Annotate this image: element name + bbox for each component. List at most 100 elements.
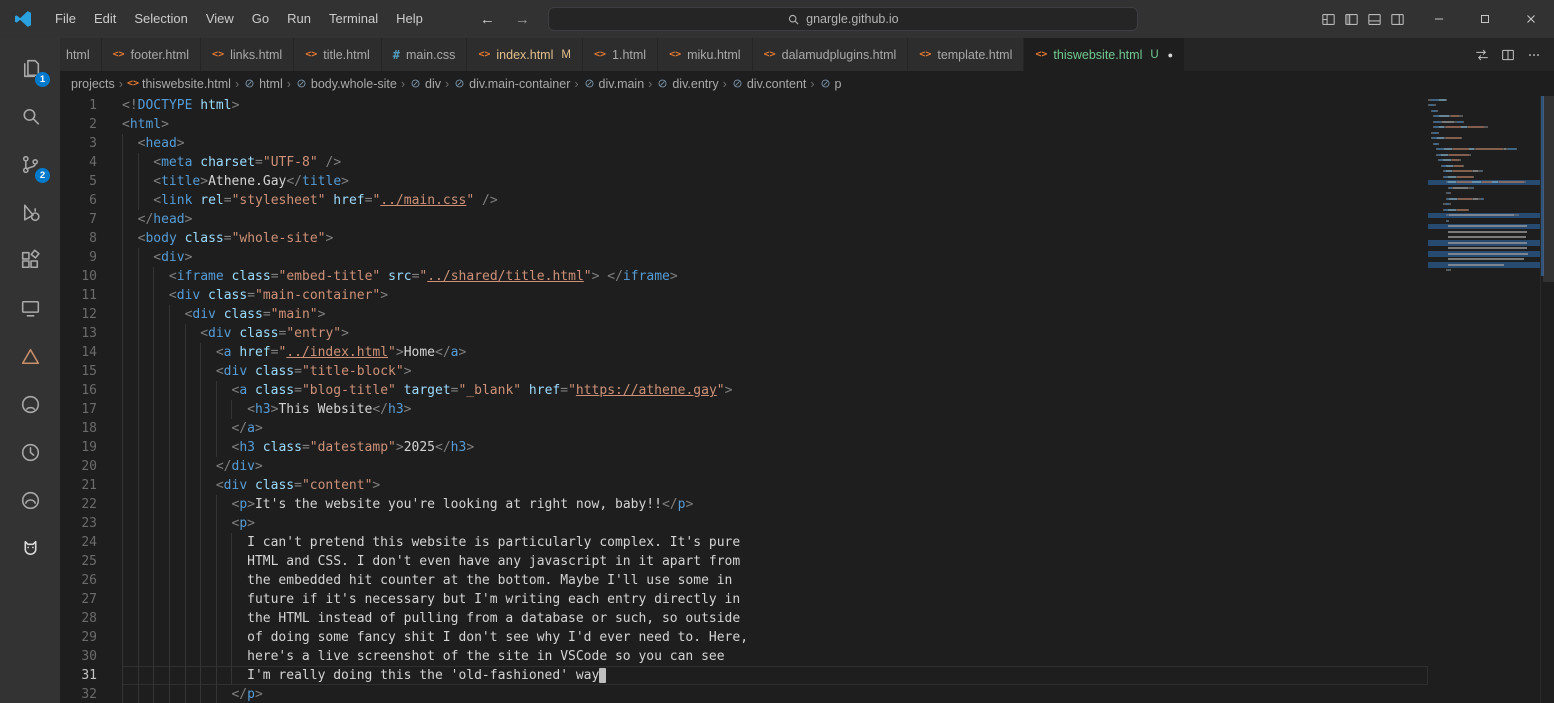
code-line[interactable]: 23<p> xyxy=(60,514,1428,533)
tab-label: html xyxy=(66,48,90,62)
compare-changes-icon[interactable] xyxy=(1474,47,1490,63)
code-line[interactable]: 7</head> xyxy=(60,210,1428,229)
breadcrumb-label: div.entry xyxy=(672,77,718,91)
activity-source-control[interactable]: 2 xyxy=(6,140,54,188)
tab-thiswebsite.html[interactable]: thiswebsite.htmlU● xyxy=(1024,38,1185,71)
tab-html[interactable]: html xyxy=(60,38,102,71)
breadcrumb-div-main-container[interactable]: div.main-container xyxy=(453,77,570,91)
activity-explorer[interactable]: 1 xyxy=(6,44,54,92)
code-line[interactable]: 22<p>It's the website you're looking at … xyxy=(60,495,1428,514)
code-line[interactable]: 2<html> xyxy=(60,115,1428,134)
code-line[interactable]: 3<head> xyxy=(60,134,1428,153)
code-line[interactable]: 20</div> xyxy=(60,457,1428,476)
breadcrumb-div-content[interactable]: div.content xyxy=(731,77,807,91)
menu-selection[interactable]: Selection xyxy=(125,0,196,38)
activity-github[interactable] xyxy=(6,380,54,428)
breadcrumb-p[interactable]: p xyxy=(819,77,842,91)
indent-guide xyxy=(231,609,247,628)
code-line[interactable]: 21<div class="content"> xyxy=(60,476,1428,495)
tab-links.html[interactable]: links.html xyxy=(201,38,294,71)
code-line[interactable]: 14<a href="../index.html">Home</a> xyxy=(60,343,1428,362)
menu-file[interactable]: File xyxy=(46,0,85,38)
split-editor-icon[interactable] xyxy=(1500,47,1516,63)
code-line[interactable]: 19<h3 class="datestamp">2025</h3> xyxy=(60,438,1428,457)
more-actions-icon[interactable] xyxy=(1526,47,1542,63)
menu-run[interactable]: Run xyxy=(278,0,320,38)
indent-guide xyxy=(169,514,185,533)
code-line[interactable]: 26the embedded hit counter at the bottom… xyxy=(60,571,1428,590)
code-line[interactable]: 11<div class="main-container"> xyxy=(60,286,1428,305)
toggle-primary-sidebar-icon[interactable] xyxy=(1343,11,1360,28)
close-button[interactable] xyxy=(1508,0,1554,38)
activity-live-preview[interactable] xyxy=(6,332,54,380)
tab-template.html[interactable]: template.html xyxy=(908,38,1024,71)
code-line[interactable]: 8<body class="whole-site"> xyxy=(60,229,1428,248)
breadcrumb-body-whole-site[interactable]: body.whole-site xyxy=(295,77,397,91)
menu-terminal[interactable]: Terminal xyxy=(320,0,387,38)
indent-guide xyxy=(122,267,138,286)
code-line[interactable]: 29of doing some fancy shit I don't see w… xyxy=(60,628,1428,647)
minimap[interactable] xyxy=(1428,96,1540,703)
code-line[interactable]: 10<iframe class="embed-title" src="../sh… xyxy=(60,267,1428,286)
breadcrumb-root[interactable]: projects xyxy=(71,77,115,91)
tab-dalamudplugins.html[interactable]: dalamudplugins.html xyxy=(753,38,909,71)
code-line[interactable]: 13<div class="entry"> xyxy=(60,324,1428,343)
code-line[interactable]: 9<div> xyxy=(60,248,1428,267)
activity-remote-explorer[interactable] xyxy=(6,284,54,332)
toggle-panel-icon[interactable] xyxy=(1366,11,1383,28)
code-line[interactable]: 5<title>Athene.Gay</title> xyxy=(60,172,1428,191)
breadcrumb-file[interactable]: thiswebsite.html xyxy=(127,77,231,91)
breadcrumb-div-entry[interactable]: div.entry xyxy=(656,77,718,91)
maximize-button[interactable] xyxy=(1462,0,1508,38)
command-center-search[interactable]: gnargle.github.io xyxy=(548,7,1138,31)
code-line[interactable]: 18</a> xyxy=(60,419,1428,438)
menu-view[interactable]: View xyxy=(197,0,243,38)
code-line[interactable]: 28the HTML instead of pulling from a dat… xyxy=(60,609,1428,628)
activity-run-and-debug[interactable] xyxy=(6,188,54,236)
code-line-content: <div class="entry"> xyxy=(122,324,1428,343)
code-line[interactable]: 12<div class="main"> xyxy=(60,305,1428,324)
tab-footer.html[interactable]: footer.html xyxy=(102,38,201,71)
tab-1.html[interactable]: 1.html xyxy=(583,38,658,71)
menu-go[interactable]: Go xyxy=(243,0,278,38)
indent-guide xyxy=(231,533,247,552)
indent-guide xyxy=(153,514,169,533)
code-line[interactable]: 25HTML and CSS. I don't even have any ja… xyxy=(60,552,1428,571)
back-button[interactable]: ← xyxy=(480,11,495,28)
forward-button[interactable]: → xyxy=(515,11,530,28)
code-line[interactable]: 24I can't pretend this website is partic… xyxy=(60,533,1428,552)
code-line[interactable]: 32</p> xyxy=(60,685,1428,703)
activity-search[interactable] xyxy=(6,92,54,140)
activity-pets[interactable] xyxy=(6,524,54,572)
indent-guide xyxy=(138,191,154,210)
code-line[interactable]: 27future if it's necessary but I'm writi… xyxy=(60,590,1428,609)
tab-title.html[interactable]: title.html xyxy=(294,38,382,71)
code-line[interactable]: 6<link rel="stylesheet" href="../main.cs… xyxy=(60,191,1428,210)
code-line[interactable]: 4<meta charset="UTF-8" /> xyxy=(60,153,1428,172)
scrollbar-thumb[interactable] xyxy=(1543,96,1554,282)
toggle-secondary-sidebar-icon[interactable] xyxy=(1389,11,1406,28)
breadcrumb-div-main[interactable]: div.main xyxy=(583,77,645,91)
activity-containers[interactable] xyxy=(6,476,54,524)
tab-main.css[interactable]: main.css xyxy=(382,38,468,71)
menu-help[interactable]: Help xyxy=(387,0,432,38)
code-line[interactable]: 30here's a live screenshot of the site i… xyxy=(60,647,1428,666)
code-line[interactable]: 17<h3>This Website</h3> xyxy=(60,400,1428,419)
breadcrumb-div[interactable]: div xyxy=(409,77,441,91)
tab-index.html[interactable]: index.htmlM xyxy=(467,38,583,71)
code-line[interactable]: 16<a class="blog-title" target="_blank" … xyxy=(60,381,1428,400)
scrollbar[interactable] xyxy=(1540,96,1554,703)
activity-extensions[interactable] xyxy=(6,236,54,284)
breadcrumb-html[interactable]: html xyxy=(243,77,283,91)
indent-guide xyxy=(153,571,169,590)
activity-timeline[interactable] xyxy=(6,428,54,476)
code-editor[interactable]: 1<!DOCTYPE html>2<html>3<head>4<meta cha… xyxy=(60,96,1428,703)
code-line[interactable]: 15<div class="title-block"> xyxy=(60,362,1428,381)
menu-edit[interactable]: Edit xyxy=(85,0,125,38)
tab-miku.html[interactable]: miku.html xyxy=(658,38,753,71)
breadcrumb-separator: › xyxy=(722,77,728,91)
customize-layout-icon[interactable] xyxy=(1320,11,1337,28)
code-line[interactable]: 31I'm really doing this the 'old-fashion… xyxy=(60,666,1428,685)
minimize-button[interactable] xyxy=(1416,0,1462,38)
code-line[interactable]: 1<!DOCTYPE html> xyxy=(60,96,1428,115)
